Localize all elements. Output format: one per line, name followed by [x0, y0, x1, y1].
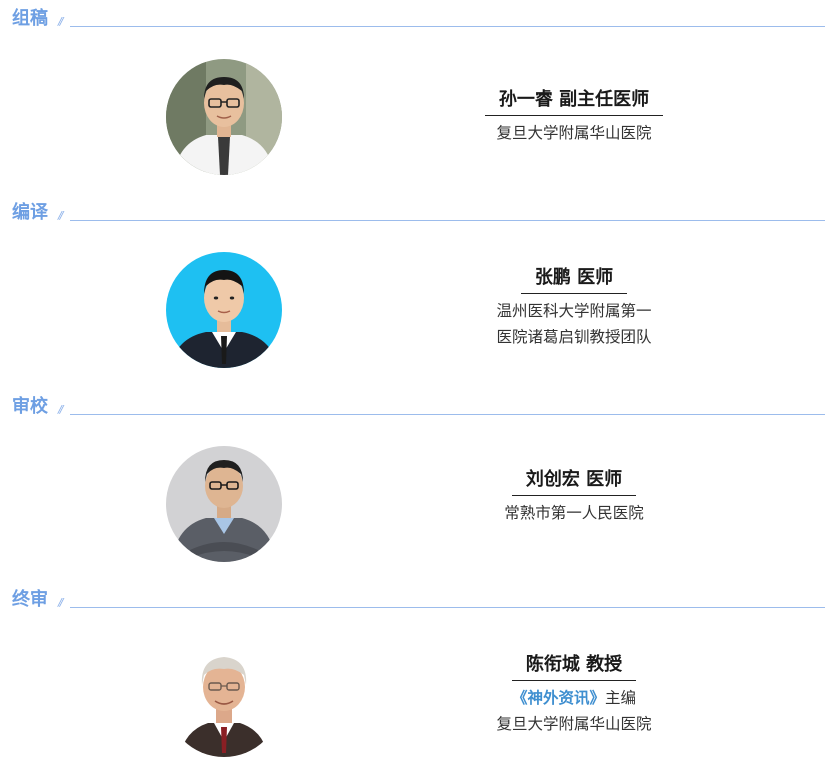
publication-name: 《神外资讯》 [511, 689, 605, 707]
person-info: 张鹏 医师 温州医科大学附属第一 医院诸葛启钏教授团队 [460, 266, 688, 350]
affiliation-line: 温州医科大学附属第一 [496, 302, 652, 320]
divider-slash: // [58, 209, 64, 222]
affiliation-line: 复旦大学附属华山医院 [496, 715, 652, 733]
person-role: 主编 [605, 689, 637, 707]
section-label: 编译 [12, 202, 48, 223]
section-header: 组稿 // [0, 8, 831, 34]
section-divider-line [70, 26, 825, 27]
section-label: 组稿 [12, 8, 48, 29]
person-name: 陈衔城 教授 [511, 653, 637, 681]
section-header: 编译 // [0, 202, 831, 228]
person-info: 孙一睿 副主任医师 复旦大学附属华山医院 [460, 88, 688, 146]
section-divider-line [70, 414, 825, 415]
person-affiliation: 温州医科大学附属第一 医院诸葛启钏教授团队 [460, 298, 688, 350]
person-name: 孙一睿 副主任医师 [484, 88, 664, 116]
person-affiliation: 常熟市第一人民医院 [504, 504, 644, 522]
affiliation-line: 医院诸葛启钏教授团队 [496, 328, 652, 346]
person-name: 刘创宏 医师 [511, 468, 637, 496]
avatar [166, 59, 282, 175]
divider-slash: // [58, 596, 64, 609]
section-divider-line [70, 220, 825, 221]
person-info: 刘创宏 医师 常熟市第一人民医院 [460, 468, 688, 526]
avatar [166, 446, 282, 562]
person-info: 陈衔城 教授 《神外资讯》主编 复旦大学附属华山医院 [460, 653, 688, 737]
person-affiliation: 《神外资讯》主编 复旦大学附属华山医院 [460, 685, 688, 737]
person-affiliation: 复旦大学附属华山医院 [496, 124, 652, 142]
avatar [166, 252, 282, 368]
avatar [166, 641, 282, 757]
person-name: 张鹏 医师 [520, 266, 628, 294]
section-divider-line [70, 607, 825, 608]
divider-slash: // [58, 403, 64, 416]
section-header: 终审 // [0, 589, 831, 615]
divider-slash: // [58, 15, 64, 28]
section-label: 审校 [12, 396, 48, 417]
section-header: 审校 // [0, 396, 831, 422]
section-label: 终审 [12, 589, 48, 610]
affiliation-line: 《神外资讯》主编 [460, 685, 688, 711]
